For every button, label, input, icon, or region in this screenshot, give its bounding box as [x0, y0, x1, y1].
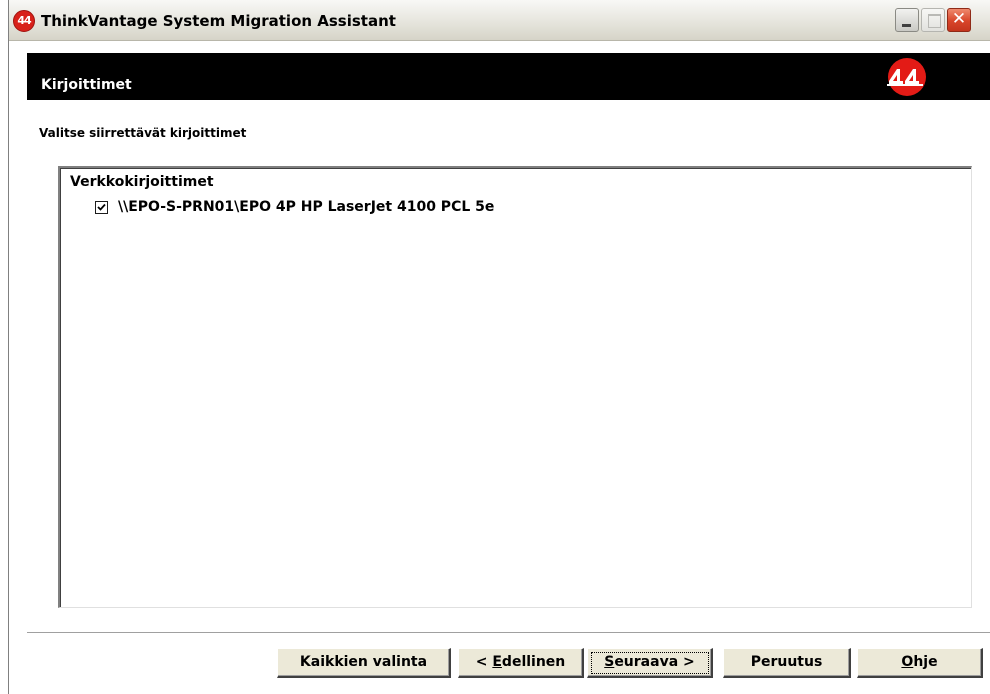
printer-checkbox[interactable] — [95, 200, 108, 214]
sma-logo-icon — [887, 58, 926, 96]
printer-list-item[interactable]: \\EPO-S-PRN01\EPO 4P HP LaserJet 4100 PC… — [95, 197, 494, 217]
minimize-icon[interactable] — [895, 8, 919, 32]
checkmark-icon — [97, 203, 106, 211]
page-title: Kirjoittimet — [41, 77, 132, 93]
maximize-icon — [921, 8, 945, 32]
title-bar[interactable]: 44 ThinkVantage System Migration Assista… — [9, 0, 990, 41]
printer-list[interactable]: Verkkokirjoittimet \\EPO-S-PRN01\EPO 4P … — [58, 166, 972, 608]
select-all-label: Kaikkien valinta — [299, 654, 428, 670]
printer-label: \\EPO-S-PRN01\EPO 4P HP LaserJet 4100 PC… — [118, 199, 495, 215]
next-button[interactable]: Seuraava > — [587, 648, 713, 678]
cancel-button[interactable]: Peruutus — [723, 648, 851, 678]
migration-assistant-window: 44 ThinkVantage System Migration Assista… — [8, 0, 990, 694]
back-label: dellinen — [501, 654, 566, 670]
network-printers-group-label: Verkkokirjoittimet — [70, 174, 214, 190]
help-button[interactable]: Ohje — [857, 648, 983, 678]
help-mnemonic: O — [901, 654, 914, 670]
close-icon[interactable]: ✕ — [947, 8, 971, 32]
back-prefix: < — [475, 654, 493, 670]
footer-divider — [27, 632, 990, 634]
next-mnemonic: S — [604, 654, 615, 670]
page-header: Kirjoittimet — [27, 53, 990, 100]
instruction-text: Valitse siirrettävät kirjoittimet — [39, 126, 247, 140]
cancel-label: Peruutus — [750, 654, 823, 670]
help-label: hje — [913, 654, 938, 670]
back-button[interactable]: < Edellinen — [458, 648, 584, 678]
select-all-button[interactable]: Kaikkien valinta — [277, 648, 451, 678]
back-mnemonic: E — [492, 654, 502, 670]
window-title: ThinkVantage System Migration Assistant — [41, 12, 396, 30]
next-label: euraava > — [614, 654, 695, 670]
sma-app-icon[interactable]: 44 — [13, 10, 35, 32]
